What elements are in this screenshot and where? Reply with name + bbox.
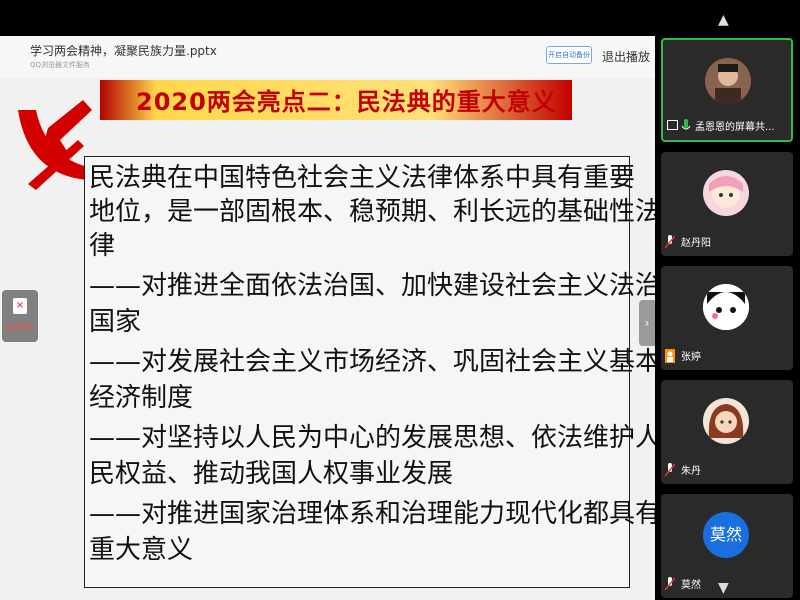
slide-line: 律 — [89, 231, 116, 261]
participant-tile[interactable]: 孟恩恩的屏幕共... — [661, 38, 793, 142]
avatar — [703, 284, 749, 330]
participant-tile[interactable]: 张婷 — [661, 266, 793, 370]
mic-muted-icon — [665, 463, 675, 477]
file-header: 学习两会精神，凝聚民族力量.pptx QQ浏览器文件服务 开启自动备份 退出播放 — [0, 36, 655, 78]
participant-tile[interactable]: 赵丹阳 — [661, 152, 793, 256]
file-source: QQ浏览器文件服务 — [30, 61, 91, 69]
collapse-panel-button[interactable]: › — [639, 300, 655, 346]
slide-title: 2020两会亮点二：民法典的重大意义 — [136, 88, 557, 116]
slide-line: 重大意义 — [89, 535, 194, 565]
mic-muted-icon — [665, 577, 675, 591]
exit-side-tool[interactable]: × 退出播放 — [2, 290, 38, 342]
window-top-strip — [0, 0, 655, 36]
participant-name: 孟恩恩的屏幕共... — [695, 122, 775, 133]
avatar: 莫然 — [703, 512, 749, 558]
presentation-area: 学习两会精神，凝聚民族力量.pptx QQ浏览器文件服务 开启自动备份 退出播放… — [0, 36, 655, 600]
person-icon — [665, 349, 675, 363]
slide-line: 经济制度 — [89, 383, 194, 413]
participant-name: 赵丹阳 — [681, 238, 711, 249]
slide-line: ——对推进全面依法治国、加快建设社会主义法治 — [89, 271, 655, 301]
mic-icon — [681, 119, 691, 130]
participant-tile[interactable]: 朱丹 — [661, 380, 793, 484]
slide-line: 民法典在中国特色社会主义法律体系中具有重要 — [89, 163, 636, 193]
participant-name: 朱丹 — [681, 466, 701, 477]
slide-line: ——对坚持以人民为中心的发展思想、依法维护人 — [89, 423, 655, 453]
auto-backup-button[interactable]: 开启自动备份 — [546, 46, 592, 64]
screen-share-icon — [667, 120, 678, 130]
file-name: 学习两会精神，凝聚民族力量.pptx — [30, 44, 217, 58]
slide-content-box: 民法典在中国特色社会主义法律体系中具有重要 地位，是一部固根本、稳预期、利长远的… — [84, 156, 655, 588]
avatar — [703, 170, 749, 216]
participant-name: 张婷 — [681, 352, 701, 363]
close-doc-icon: × — [13, 298, 27, 314]
scroll-down-icon[interactable]: ▼ — [718, 580, 729, 596]
scroll-up-icon[interactable]: ▲ — [718, 12, 729, 28]
avatar — [705, 58, 751, 104]
slide-line: ——对发展社会主义市场经济、巩固社会主义基本 — [89, 347, 655, 377]
side-tool-label: 退出播放 — [6, 323, 34, 331]
exit-presentation-button[interactable]: 退出播放 — [602, 48, 650, 65]
participant-name: 莫然 — [681, 580, 701, 591]
slide-line: 民权益、推动我国人权事业发展 — [89, 459, 454, 489]
slide-title-banner: 2020两会亮点二：民法典的重大意义 — [100, 80, 572, 120]
participant-panel: ▲ 孟恩恩的屏幕共... 赵丹阳 张婷 朱丹 莫然 莫然 ▼ — [655, 0, 800, 600]
avatar — [703, 398, 749, 444]
slide-line: 地位，是一部固根本、稳预期、利长远的基础性法 — [89, 197, 655, 227]
slide-line: ——对推进国家治理体系和治理能力现代化都具有 — [89, 499, 655, 529]
slide-line: 国家 — [89, 307, 142, 337]
mic-muted-icon — [665, 235, 675, 249]
